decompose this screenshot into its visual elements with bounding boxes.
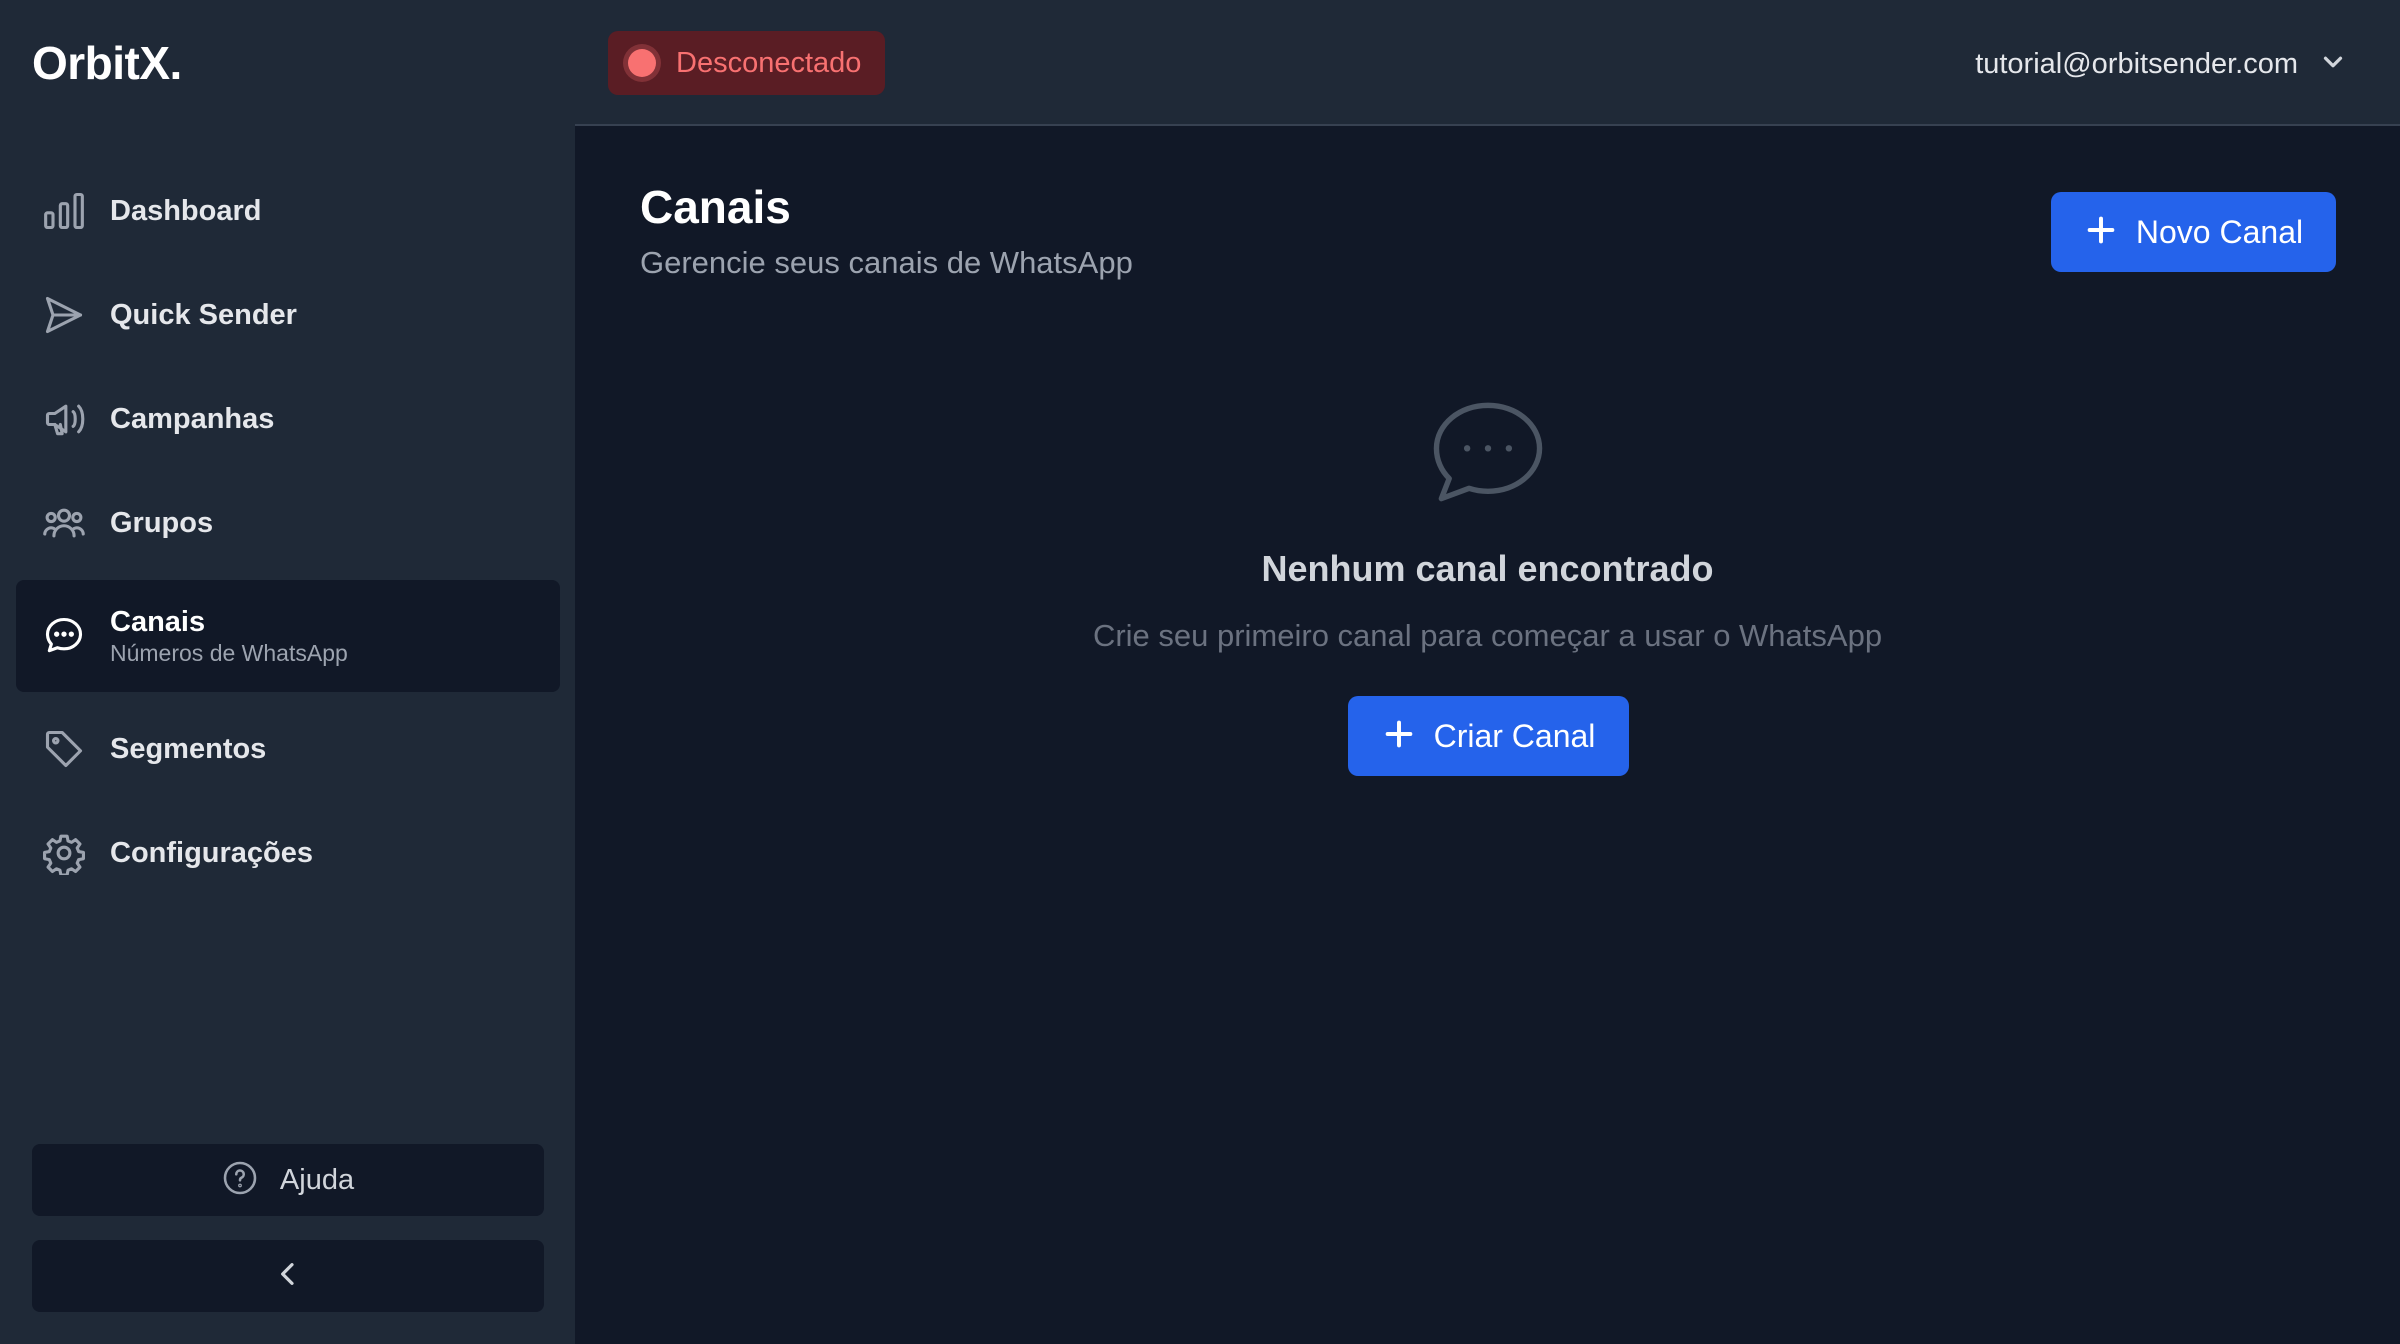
create-channel-button[interactable]: Criar Canal bbox=[1348, 696, 1629, 776]
sidebar: OrbitX. Dashboard Quick Sender Campanhas bbox=[0, 0, 575, 1344]
sidebar-item-label: Segmentos bbox=[110, 732, 267, 765]
sidebar-item-texts: Canais Números de WhatsApp bbox=[110, 605, 348, 667]
create-channel-label: Criar Canal bbox=[1433, 717, 1596, 754]
users-icon bbox=[42, 501, 86, 545]
sidebar-item-label: Canais bbox=[110, 606, 206, 638]
sidebar-item-segmentos[interactable]: Segmentos bbox=[16, 702, 560, 796]
send-icon bbox=[42, 293, 86, 337]
page-subtitle: Gerencie seus canais de WhatsApp bbox=[640, 245, 1133, 280]
topbar: Desconectado tutorial@orbitsender.com bbox=[575, 0, 2400, 126]
sidebar-item-dashboard[interactable]: Dashboard bbox=[16, 164, 560, 258]
sidebar-item-campanhas[interactable]: Campanhas bbox=[16, 372, 560, 466]
empty-state-title: Nenhum canal encontrado bbox=[1261, 548, 1714, 589]
logo: OrbitX. bbox=[32, 37, 182, 89]
empty-state-description: Crie seu primeiro canal para começar a u… bbox=[1092, 618, 1883, 653]
sidebar-item-sublabel: Números de WhatsApp bbox=[110, 640, 348, 666]
page-title: Canais bbox=[640, 181, 791, 233]
chevron-left-icon bbox=[272, 1258, 304, 1295]
status-text: Desconectado bbox=[676, 46, 862, 79]
main-content: Canais Gerencie seus canais de WhatsApp … bbox=[575, 128, 2400, 1344]
chevron-down-icon bbox=[2298, 47, 2348, 82]
sidebar-item-quick-sender[interactable]: Quick Sender bbox=[16, 268, 560, 362]
sidebar-item-grupos[interactable]: Grupos bbox=[16, 476, 560, 570]
chat-bubble-icon bbox=[42, 614, 86, 658]
user-menu[interactable]: tutorial@orbitsender.com bbox=[1975, 40, 2348, 88]
sidebar-item-label: Configurações bbox=[110, 836, 314, 869]
user-email: tutorial@orbitsender.com bbox=[1975, 47, 2298, 80]
sidebar-item-label: Grupos bbox=[110, 506, 214, 539]
new-channel-button[interactable]: Novo Canal bbox=[2051, 192, 2336, 272]
help-circle-icon bbox=[222, 1160, 258, 1201]
sidebar-item-canais[interactable]: Canais Números de WhatsApp bbox=[16, 580, 560, 692]
sidebar-item-configuracoes[interactable]: Configurações bbox=[16, 806, 560, 900]
sidebar-item-label: Quick Sender bbox=[110, 298, 297, 331]
new-channel-label: Novo Canal bbox=[2135, 213, 2304, 250]
sidebar-item-label: Campanhas bbox=[110, 402, 275, 435]
sidebar-item-label: Dashboard bbox=[110, 194, 262, 227]
megaphone-icon bbox=[42, 397, 86, 441]
bar-chart-icon bbox=[42, 189, 86, 233]
gear-icon bbox=[42, 831, 86, 875]
chat-bubble-icon bbox=[1429, 398, 1547, 506]
tag-icon bbox=[42, 727, 86, 771]
plus-icon bbox=[1382, 717, 1416, 756]
collapse-sidebar-button[interactable] bbox=[32, 1240, 544, 1312]
sidebar-nav: Dashboard Quick Sender Campanhas Grupos bbox=[16, 164, 560, 910]
help-label: Ajuda bbox=[279, 1163, 355, 1196]
app: OrbitX. Dashboard Quick Sender Campanhas bbox=[0, 0, 2400, 1344]
connection-status-badge: Desconectado bbox=[608, 31, 886, 95]
help-button[interactable]: Ajuda bbox=[32, 1144, 544, 1216]
status-dot-icon bbox=[628, 49, 656, 77]
plus-icon bbox=[2084, 213, 2118, 252]
